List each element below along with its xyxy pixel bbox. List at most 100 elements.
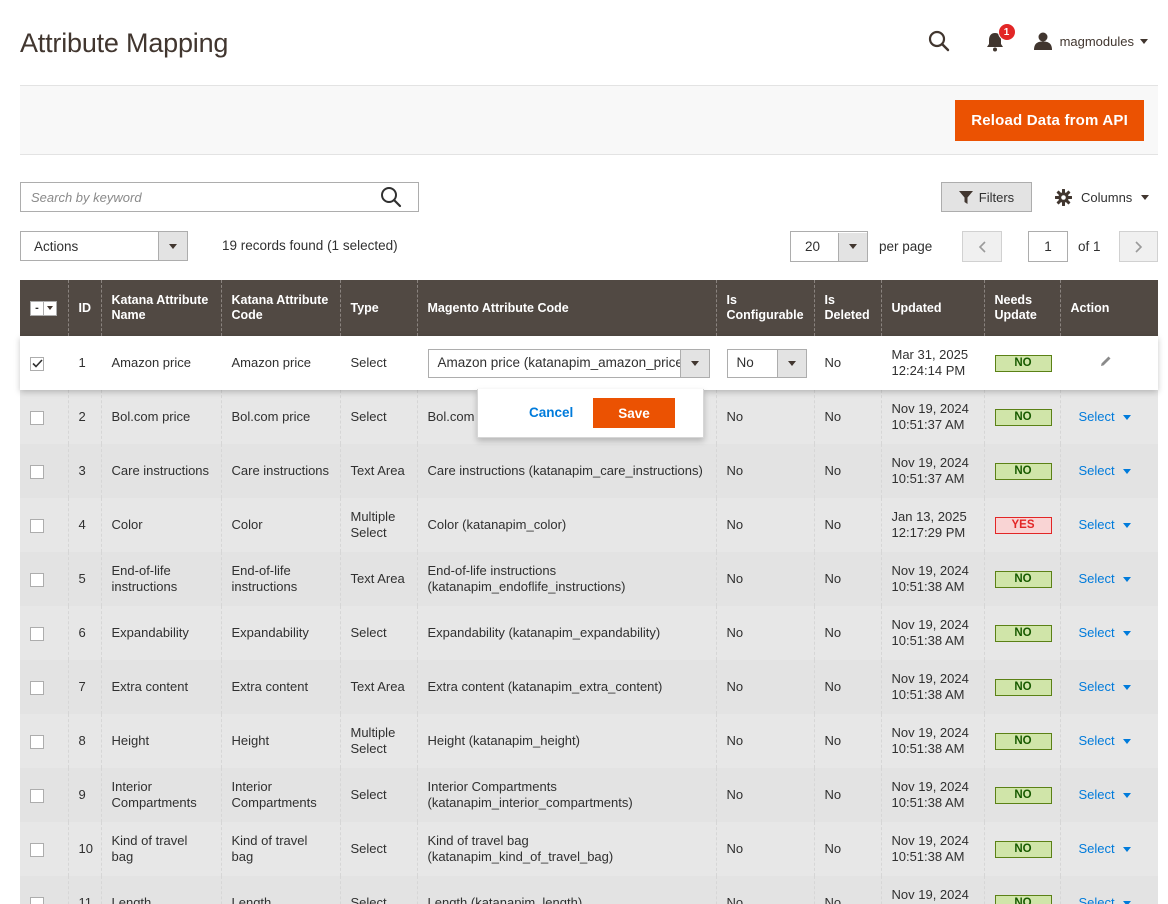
cell-action: Select: [1059, 876, 1158, 904]
chevron-left-icon: [978, 240, 986, 253]
column-header-katana-name[interactable]: Katana Attribute Name: [100, 280, 221, 336]
magento-attribute-select[interactable]: Amazon price (katanapim_amazon_price): [427, 348, 710, 378]
chevron-down-icon: [1122, 684, 1131, 690]
cancel-button[interactable]: Cancel: [529, 405, 573, 420]
updated-date: Nov 19, 2024: [891, 455, 969, 470]
row-action-select[interactable]: Select: [1079, 733, 1131, 749]
global-search-icon[interactable]: [928, 30, 950, 52]
row-select-cell[interactable]: [20, 444, 68, 498]
row-select-cell[interactable]: [20, 876, 68, 904]
row-checkbox[interactable]: [30, 410, 44, 425]
row-checkbox[interactable]: [30, 896, 44, 904]
cell-configurable: No: [715, 660, 814, 714]
table-row[interactable]: 4 Color Color Multiple Select Color (katanap…: [20, 498, 1158, 552]
row-action-select[interactable]: Select: [1079, 409, 1131, 425]
row-select-cell[interactable]: [20, 822, 68, 876]
row-select-cell[interactable]: [20, 498, 68, 552]
row-select-cell[interactable]: [20, 336, 68, 390]
column-header-magento-code[interactable]: Magento Attribute Code: [416, 280, 716, 336]
row-action-select[interactable]: Select: [1079, 625, 1131, 641]
row-checkbox[interactable]: [30, 788, 44, 803]
page-number-input[interactable]: 1: [1028, 231, 1068, 262]
table-row[interactable]: 7 Extra content Extra content Text Area Extr…: [20, 660, 1158, 714]
column-header-updated[interactable]: Updated: [880, 280, 984, 336]
row-checkbox[interactable]: [30, 842, 44, 857]
table-row[interactable]: 3 Care instructions Care instructions Text …: [20, 444, 1158, 498]
updated-time: 10:51:38 AM: [891, 849, 965, 864]
reload-data-button[interactable]: Reload Data from API: [955, 100, 1144, 141]
cell-updated: Nov 19, 202410:51:38 AM: [880, 768, 984, 822]
table-row[interactable]: 8 Height Height Multiple Select Height (kata…: [20, 714, 1158, 768]
row-select-cell[interactable]: [20, 768, 68, 822]
row-checkbox[interactable]: [30, 626, 44, 641]
row-checkbox[interactable]: [30, 356, 44, 371]
cell-action: Select: [1059, 606, 1158, 660]
per-page-select[interactable]: 20: [790, 231, 868, 262]
search-input[interactable]: [21, 183, 361, 211]
filters-button[interactable]: Filters: [941, 182, 1032, 212]
cell-type: Select: [339, 606, 417, 660]
updated-date: Nov 19, 2024: [891, 725, 969, 740]
mass-select-checkbox[interactable]: -: [30, 300, 57, 316]
magento-attribute-select-value: Amazon price (katanapim_amazon_price): [437, 355, 680, 370]
table-row[interactable]: 5 End-of-life instructions End-of-life ins…: [20, 552, 1158, 606]
table-row[interactable]: 11 Length Length Select Length (katanapim_le…: [20, 876, 1158, 904]
dropdown-arrow-icon: [838, 232, 867, 261]
columns-button[interactable]: Columns: [1055, 182, 1150, 212]
next-page-button[interactable]: [1119, 231, 1158, 262]
row-action-select[interactable]: Select: [1079, 571, 1131, 587]
cell-type: Select: [339, 390, 417, 444]
row-checkbox[interactable]: [30, 734, 44, 749]
column-header-id[interactable]: ID: [67, 280, 101, 336]
row-checkbox[interactable]: [30, 518, 44, 533]
page-total-label: of 1: [1078, 239, 1101, 254]
row-action-select[interactable]: Select: [1079, 787, 1131, 803]
dropdown-arrow-icon: [776, 349, 806, 377]
column-header-type[interactable]: Type: [339, 280, 417, 336]
row-select-cell[interactable]: [20, 606, 68, 660]
configurable-select[interactable]: No: [726, 348, 807, 378]
updated-time: 12:24:14 PM: [891, 363, 966, 378]
mass-select-header[interactable]: -: [20, 280, 68, 336]
column-header-katana-code[interactable]: Katana Attribute Code: [220, 280, 340, 336]
chevron-right-icon: [1134, 240, 1142, 253]
grid-header-row: - ID Katana Attribute Name Katana Attrib…: [20, 280, 1158, 336]
save-button[interactable]: Save: [593, 398, 675, 428]
row-select-cell[interactable]: [20, 390, 68, 444]
cell-katana-name: Bol.com price: [100, 390, 221, 444]
row-checkbox[interactable]: [30, 464, 44, 479]
cell-deleted: No: [813, 768, 881, 822]
row-checkbox[interactable]: [30, 572, 44, 587]
table-row[interactable]: 9 Interior Compartments Interior Compartme…: [20, 768, 1158, 822]
mass-actions-dropdown[interactable]: Actions: [20, 231, 188, 261]
row-action-select[interactable]: Select: [1079, 895, 1131, 904]
column-header-deleted[interactable]: Is Deleted: [813, 280, 881, 336]
previous-page-button[interactable]: [962, 231, 1002, 262]
table-row[interactable]: 10 Kind of travel bag Kind of travel bag Se…: [20, 822, 1158, 876]
row-action-select[interactable]: Select: [1079, 463, 1131, 479]
updated-time: 10:51:38 AM: [891, 579, 965, 594]
user-menu[interactable]: magmodules: [1033, 32, 1148, 50]
cell-katana-code: Expandability: [220, 606, 340, 660]
search-icon[interactable]: [380, 186, 402, 208]
row-action-select[interactable]: Select: [1079, 841, 1131, 857]
updated-time: 10:51:38 AM: [891, 795, 965, 810]
row-action-select[interactable]: Select: [1079, 679, 1131, 695]
table-row[interactable]: 1 Amazon price Amazon price Select Amazo…: [20, 336, 1158, 390]
updated-time: 10:51:38 AM: [891, 741, 965, 756]
cell-action: Select: [1059, 768, 1158, 822]
row-select-cell[interactable]: [20, 660, 68, 714]
row-action-select[interactable]: Select: [1079, 517, 1131, 533]
column-header-needs-update[interactable]: Needs Update: [983, 280, 1060, 336]
table-row[interactable]: 6 Expandability Expandability Select Expanda…: [20, 606, 1158, 660]
row-checkbox[interactable]: [30, 680, 44, 695]
notifications-bell-icon[interactable]: 1: [986, 23, 1016, 52]
row-select-cell[interactable]: [20, 552, 68, 606]
edit-pencil-icon[interactable]: [1099, 354, 1113, 368]
checkmark-icon: [31, 359, 43, 368]
row-select-cell[interactable]: [20, 714, 68, 768]
header-actions: 1 magmodules: [928, 23, 1148, 54]
column-header-configurable[interactable]: Is Configurable: [715, 280, 814, 336]
cell-id: 8: [67, 714, 101, 768]
status-badge: NO: [994, 733, 1052, 750]
